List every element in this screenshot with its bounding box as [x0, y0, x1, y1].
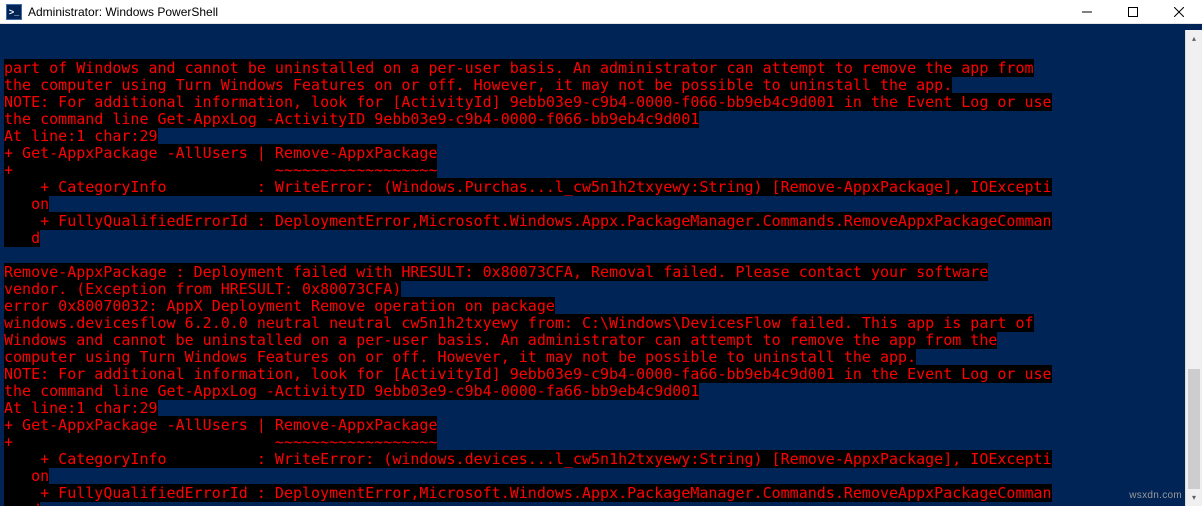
- watermark-text: wsxdn.com: [1129, 487, 1182, 504]
- scroll-track[interactable]: [1186, 47, 1202, 489]
- maximize-button[interactable]: [1110, 0, 1156, 23]
- titlebar: >_ Administrator: Windows PowerShell: [0, 0, 1202, 24]
- window-title: Administrator: Windows PowerShell: [28, 5, 218, 19]
- minimize-button[interactable]: [1064, 0, 1110, 23]
- window-controls: [1064, 0, 1202, 23]
- scroll-up-button[interactable]: ▴: [1186, 30, 1202, 47]
- terminal-area[interactable]: part of Windows and cannot be uninstalle…: [0, 24, 1202, 506]
- powershell-icon: >_: [6, 4, 22, 20]
- error-output: part of Windows and cannot be uninstalle…: [4, 60, 1198, 506]
- close-button[interactable]: [1156, 0, 1202, 23]
- scroll-thumb[interactable]: [1188, 369, 1200, 489]
- vertical-scrollbar[interactable]: ▴ ▾: [1185, 30, 1202, 506]
- scroll-down-button[interactable]: ▾: [1186, 489, 1202, 506]
